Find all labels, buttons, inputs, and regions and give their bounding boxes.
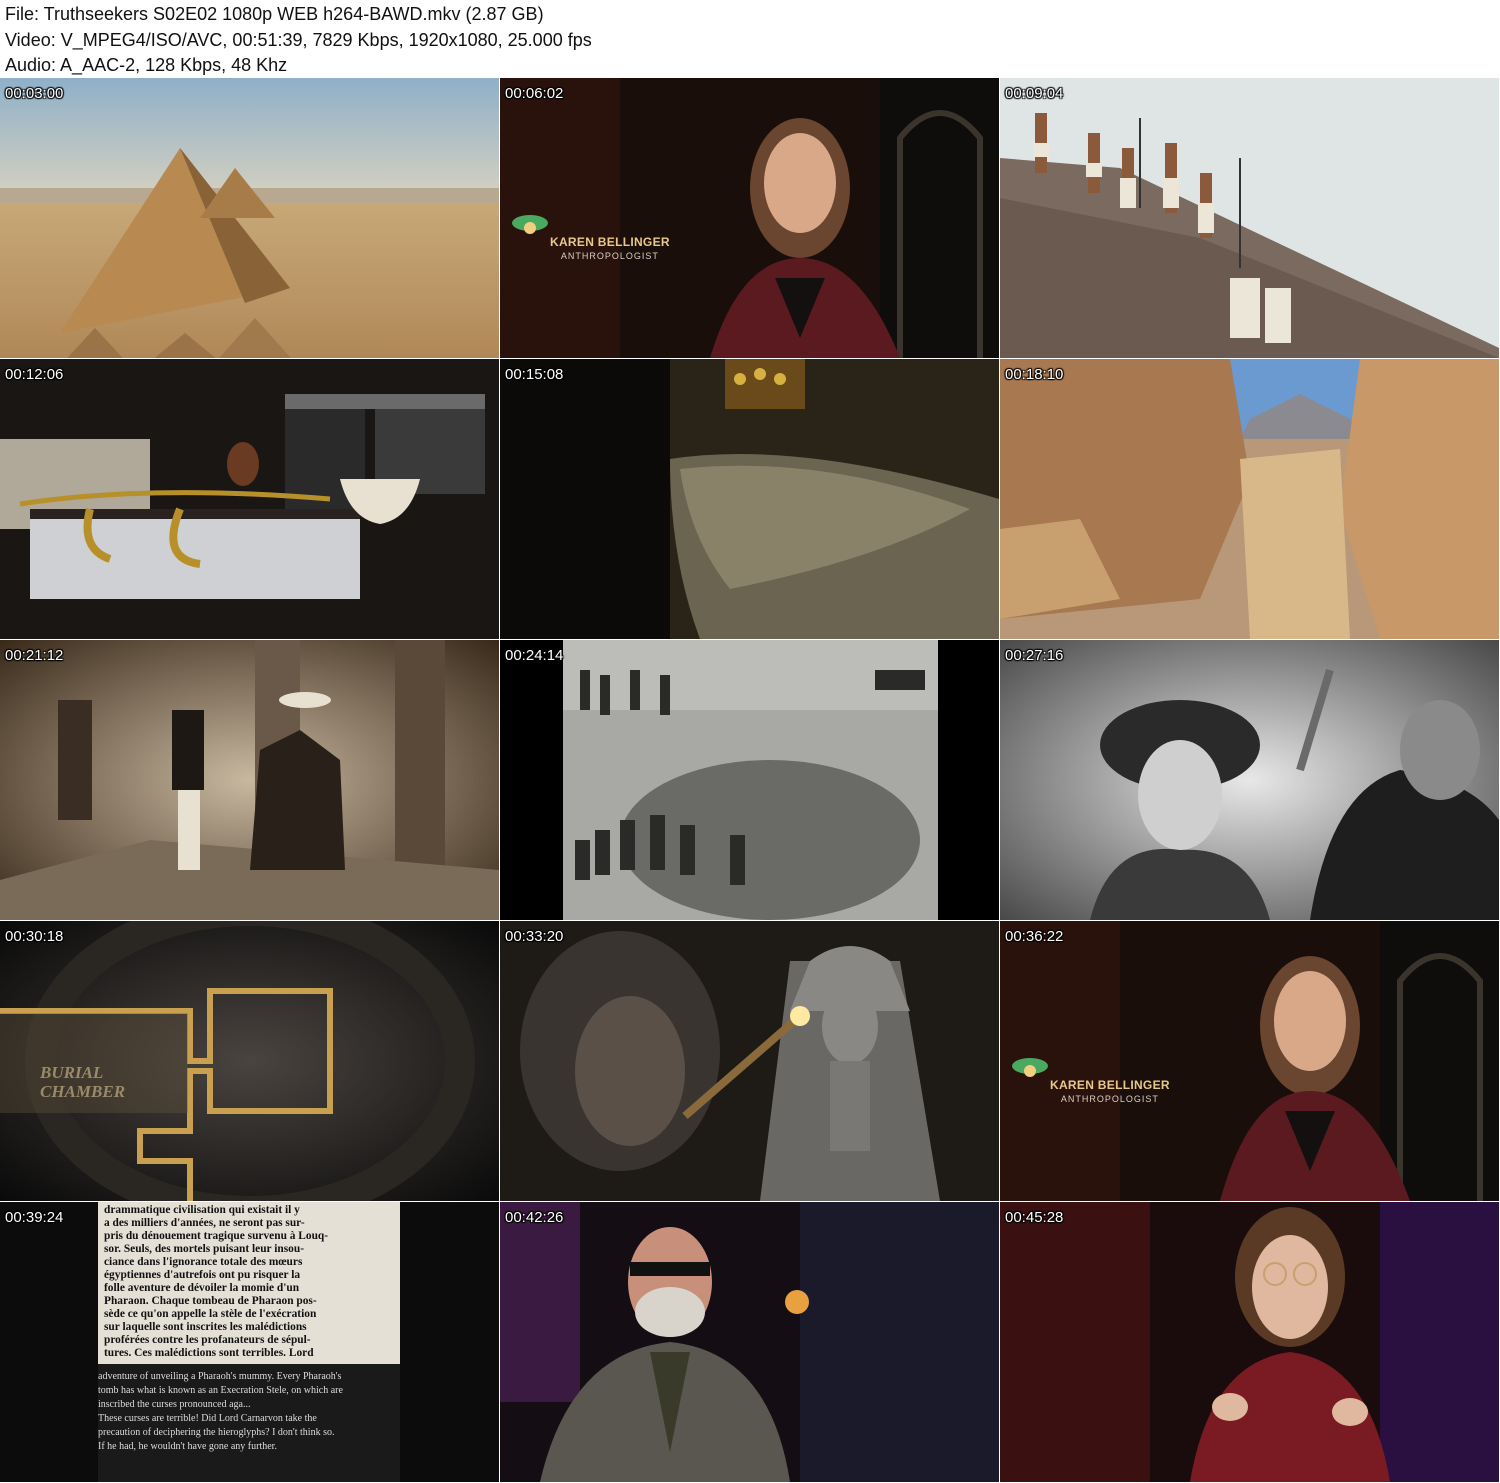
pharaoh-image: [500, 921, 999, 1201]
interview-image-2: [1000, 921, 1499, 1201]
thumbnail-valley[interactable]: 00:18:10: [1000, 359, 1499, 639]
archival-men-image: [0, 640, 499, 920]
thumbnail-interview-karen-2[interactable]: KAREN BELLINGER ANTHROPOLOGIST 00:36:22: [1000, 921, 1499, 1201]
audio-info-line: Audio: A_AAC-2, 128 Kbps, 48 Khz: [5, 55, 288, 75]
lower-third: KAREN BELLINGER ANTHROPOLOGIST: [1050, 1078, 1170, 1104]
clipping-line: ciance dans l'ignorance totale des mœurs: [104, 1256, 303, 1268]
clipping-line: a des milliers d'années, ne seront pas s…: [104, 1217, 305, 1229]
thumbnail-archival-woman[interactable]: 00:27:16: [1000, 640, 1499, 920]
timestamp: 00:42:26: [505, 1209, 564, 1226]
timestamp: 00:39:24: [5, 1209, 64, 1226]
video-info-line: Video: V_MPEG4/ISO/AVC, 00:51:39, 7829 K…: [5, 30, 592, 50]
timestamp: 00:06:02: [505, 85, 564, 102]
soldiers-image: [1000, 78, 1499, 358]
timestamp: 00:03:00: [5, 85, 64, 102]
timestamp: 00:30:18: [5, 928, 64, 945]
subtitle-line: These curses are terrible! Did Lord Carn…: [98, 1413, 317, 1424]
subtitle-line: precaution of deciphering the hieroglyph…: [98, 1427, 335, 1438]
timestamp: 00:33:20: [505, 928, 564, 945]
map-label-line: BURIAL: [40, 1063, 104, 1082]
interview-image: [500, 78, 999, 358]
clipping-line: sède ce qu'on appelle la stèle de l'exéc…: [104, 1308, 317, 1320]
timestamp: 00:15:08: [505, 366, 564, 383]
thumbnail-pyramids[interactable]: 00:03:00: [0, 78, 499, 358]
thumbnail-tomb-map[interactable]: BURIAL CHAMBER 00:30:18: [0, 921, 499, 1201]
file-info-header: File: Truthseekers S02E02 1080p WEB h264…: [0, 0, 1500, 78]
subtitle-line: tomb has what is known as an Execration …: [98, 1385, 343, 1396]
clipping-line: égyptiennes d'autrefois ont pu risquer l…: [104, 1269, 301, 1281]
thumbnail-interview-man[interactable]: 00:42:26: [500, 1202, 999, 1482]
clipping-line: Pharaon. Chaque tombeau de Pharaon pos-: [104, 1295, 317, 1307]
clipping-line: drammatique civilisation qui existait il…: [104, 1204, 300, 1216]
timestamp: 00:36:22: [1005, 928, 1064, 945]
thumbnail-excavation[interactable]: 00:24:14: [500, 640, 999, 920]
tomb-map-image: [0, 921, 499, 1201]
thumbnail-interview-woman[interactable]: 00:45:28: [1000, 1202, 1499, 1482]
thumbnail-artifacts[interactable]: 00:12:06: [0, 359, 499, 639]
subtitle-line: inscribed the curses pronounced aga...: [98, 1399, 251, 1410]
clipping-line: proférées contre les profanateurs de sép…: [104, 1334, 311, 1346]
interview-man-image: [500, 1202, 999, 1482]
subtitle-text: adventure of unveiling a Pharaoh's mummy…: [98, 1370, 408, 1454]
file-info-line: File: Truthseekers S02E02 1080p WEB h264…: [5, 4, 544, 24]
thumbnail-interview-karen[interactable]: KAREN BELLINGER ANTHROPOLOGIST 00:06:02: [500, 78, 999, 358]
thumbnail-grid: 00:03:00 KAREN BELLINGER ANTHROPOLOGIST …: [0, 78, 1500, 1483]
timestamp: 00:24:14: [505, 647, 564, 664]
timestamp: 00:27:16: [1005, 647, 1064, 664]
map-label: BURIAL CHAMBER: [40, 1063, 125, 1101]
excavation-image: [500, 640, 999, 920]
clipping-line: sor. Seuls, des mortels puisant leur ins…: [104, 1243, 305, 1255]
timestamp: 00:12:06: [5, 366, 64, 383]
lower-third: KAREN BELLINGER ANTHROPOLOGIST: [550, 235, 670, 261]
clipping-line: sur laquelle sont inscrites les malédict…: [104, 1321, 307, 1333]
newspaper-clipping: drammatique civilisation qui existait il…: [104, 1204, 400, 1360]
archival-woman-image: [1000, 640, 1499, 920]
timestamp: 00:21:12: [5, 647, 64, 664]
pyramids-image: [0, 78, 499, 358]
thumbnail-pharaoh[interactable]: 00:33:20: [500, 921, 999, 1201]
timestamp: 00:18:10: [1005, 366, 1064, 383]
mummy-image: [500, 359, 999, 639]
person-name: KAREN BELLINGER: [1050, 1078, 1170, 1092]
clipping-line: tures. Ces malédictions sont terribles. …: [104, 1347, 314, 1359]
artifacts-image: [0, 359, 499, 639]
subtitle-line: adventure of unveiling a Pharaoh's mummy…: [98, 1371, 342, 1382]
person-role: ANTHROPOLOGIST: [1060, 1094, 1159, 1104]
person-role: ANTHROPOLOGIST: [560, 251, 659, 261]
valley-image: [1000, 359, 1499, 639]
clipping-line: pris du dénouement tragique survenu à Lo…: [104, 1230, 329, 1242]
timestamp: 00:09:04: [1005, 85, 1064, 102]
person-name: KAREN BELLINGER: [550, 235, 670, 249]
timestamp: 00:45:28: [1005, 1209, 1064, 1226]
clipping-line: folle aventure de dévoiler la momie d'un: [104, 1282, 300, 1294]
thumbnail-soldiers[interactable]: 00:09:04: [1000, 78, 1499, 358]
thumbnail-archival-men[interactable]: 00:21:12: [0, 640, 499, 920]
map-label-line: CHAMBER: [40, 1082, 126, 1101]
subtitle-line: If he had, he wouldn't have gone any fur…: [98, 1441, 277, 1452]
thumbnail-newspaper[interactable]: drammatique civilisation qui existait il…: [0, 1202, 499, 1482]
interview-woman-image: [1000, 1202, 1499, 1482]
thumbnail-mummy[interactable]: 00:15:08: [500, 359, 999, 639]
